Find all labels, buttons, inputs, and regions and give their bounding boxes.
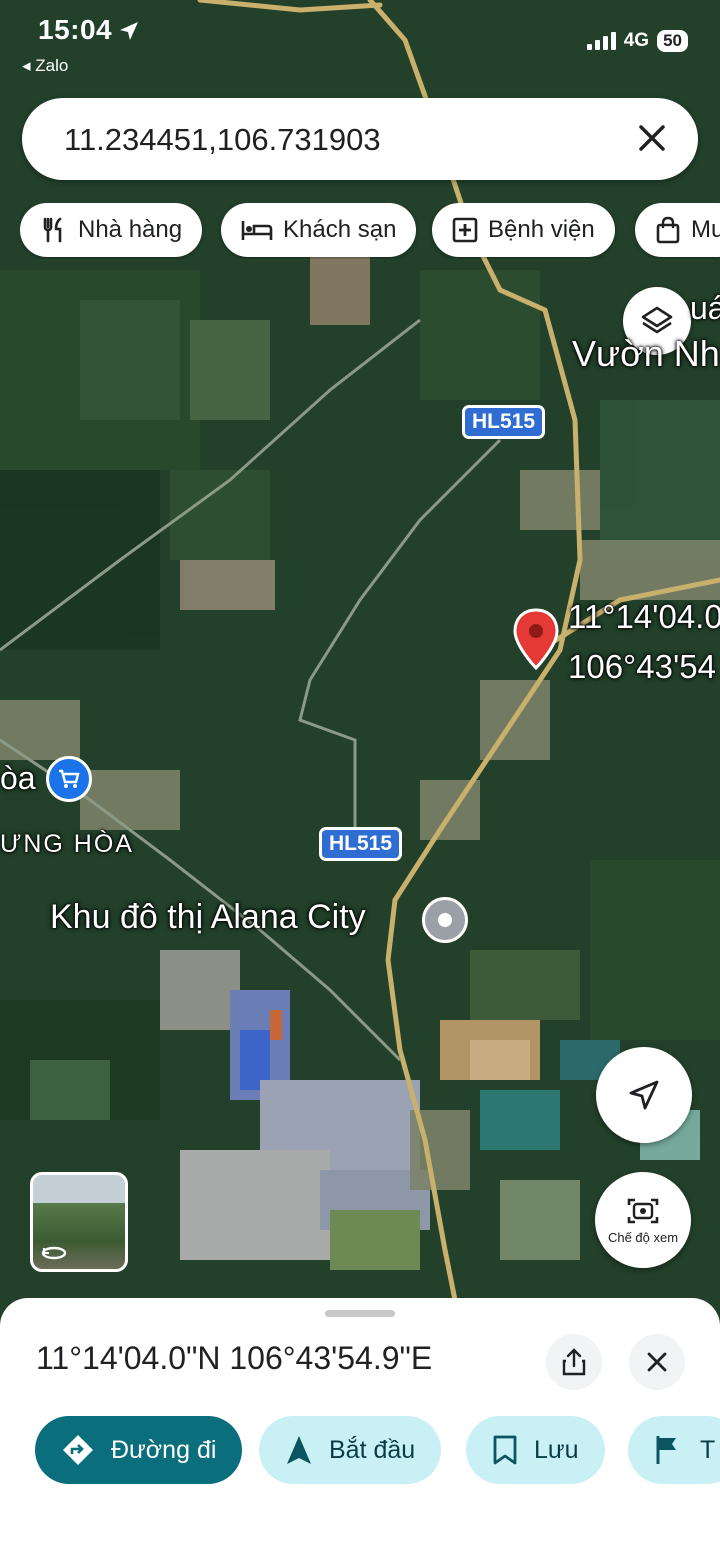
category-chips: Nhà hàng Khách sạn Bệnh viện Mu	[20, 203, 720, 259]
save-button[interactable]: Lưu	[466, 1416, 605, 1484]
close-icon[interactable]	[632, 118, 672, 158]
chip-shopping[interactable]: Mu	[635, 203, 720, 257]
location-arrow-icon	[120, 22, 138, 40]
battery-level: 50	[657, 30, 688, 52]
back-triangle-icon: ◂	[22, 56, 36, 75]
action-label: Bắt đầu	[329, 1435, 416, 1464]
back-app-label: Zalo	[35, 56, 69, 75]
network-type: 4G	[623, 30, 650, 51]
bookmark-icon	[493, 1435, 517, 1465]
restaurant-icon	[43, 217, 62, 243]
close-icon	[647, 1352, 667, 1372]
shopping-poi[interactable]	[46, 756, 92, 802]
view-mode-label: Chế độ xem	[607, 1229, 679, 1245]
close-sheet-button[interactable]	[629, 1334, 685, 1390]
poi-marker[interactable]	[422, 897, 468, 943]
map-pin-icon[interactable]	[512, 608, 560, 672]
start-button[interactable]: Bắt đầu	[259, 1416, 442, 1484]
poi-dot-icon	[438, 913, 452, 927]
sheet-drag-handle[interactable]	[325, 1310, 395, 1317]
search-bar[interactable]: 11.234451,106.731903	[22, 98, 698, 180]
directions-button[interactable]: Đường đi	[35, 1416, 243, 1484]
search-input[interactable]: 11.234451,106.731903	[64, 122, 381, 158]
chip-label: Nhà hàng	[78, 216, 183, 243]
place-label-vuon: Vườn Nh	[572, 333, 720, 374]
camera-scan-icon	[627, 1198, 659, 1223]
action-label: T	[700, 1435, 716, 1464]
directions-icon	[63, 1435, 93, 1465]
street-view-thumbnail[interactable]	[30, 1172, 128, 1272]
place-label-hoa: òa	[0, 760, 36, 796]
signal-icon	[586, 32, 616, 50]
place-label-alana-city: Khu đô thị Alana City	[50, 898, 366, 936]
chip-label: Bệnh viện	[488, 216, 595, 243]
back-to-app[interactable]: ◂ Zalo	[22, 56, 68, 76]
action-buttons: Đường đi Bắt đầu Lưu T	[0, 1416, 720, 1486]
hospital-icon	[452, 217, 478, 243]
status-bar: 15:04 ◂ Zalo 4G 50	[0, 0, 720, 80]
view-mode-button[interactable]: Chế độ xem	[595, 1172, 691, 1268]
hotel-icon	[241, 221, 273, 240]
pin-latitude-label: 11°14'04.0	[568, 598, 720, 635]
my-location-button[interactable]	[596, 1047, 692, 1143]
shopping-bag-icon	[656, 216, 680, 244]
label-button[interactable]: T	[628, 1416, 720, 1484]
navigation-arrow-icon	[629, 1080, 659, 1110]
chip-hotels[interactable]: Khách sạn	[221, 203, 417, 257]
area-label-hung-hoa: ƯNG HÒA	[0, 830, 134, 858]
action-label: Đường đi	[111, 1435, 217, 1464]
action-label: Lưu	[534, 1435, 579, 1464]
chip-restaurants[interactable]: Nhà hàng	[20, 203, 203, 257]
chip-label: Khách sạn	[283, 216, 397, 243]
flag-icon	[656, 1436, 676, 1464]
route-shield: HL515	[319, 827, 403, 861]
shopping-cart-icon	[59, 769, 80, 788]
street-view-rotate-icon	[41, 1246, 67, 1260]
navigation-arrow-icon	[287, 1436, 311, 1464]
chip-label: Mu	[691, 216, 720, 243]
share-icon	[562, 1348, 586, 1376]
share-button[interactable]	[546, 1334, 602, 1390]
place-bottom-sheet[interactable]: 11°14'04.0"N 106°43'54.9"E Đường đi Bắt …	[0, 1298, 720, 1558]
place-label-partial: uá	[690, 290, 720, 326]
chip-hospitals[interactable]: Bệnh viện	[432, 203, 615, 257]
route-shield: HL515	[462, 405, 546, 439]
status-time: 15:04	[38, 14, 113, 45]
pin-longitude-label: 106°43'54	[568, 648, 716, 685]
coordinates-title: 11°14'04.0"N 106°43'54.9"E	[36, 1340, 433, 1376]
network-status: 4G 50	[586, 30, 688, 52]
